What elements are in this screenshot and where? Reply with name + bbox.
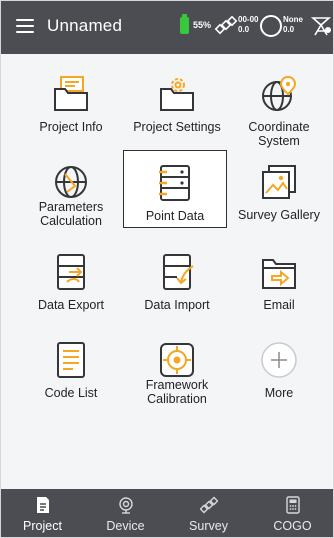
satellite-count: 00-00 [238, 15, 259, 24]
data-import-label: Data Import [144, 298, 210, 312]
point-data-icon [159, 165, 190, 201]
nav-device[interactable]: Device [84, 489, 167, 537]
framework-calibration-label: Framework Calibration [145, 378, 209, 406]
battery-icon [180, 14, 189, 34]
cogo-icon [285, 496, 300, 514]
nav-project[interactable]: Project [1, 489, 84, 537]
survey-icon [199, 496, 218, 514]
project-icon [36, 497, 49, 513]
nav-project-label: Project [23, 519, 62, 533]
email-label: Email [263, 298, 295, 312]
hamburger-menu-icon[interactable] [16, 18, 34, 34]
gallery-icon [262, 165, 296, 199]
nav-survey[interactable]: Survey [167, 489, 250, 537]
coordinate-system-label: Coordinate System [248, 120, 310, 148]
parameters-calculation-label: Parameters Calculation [38, 200, 104, 228]
satellite-readout: 00-00 0.0 [238, 15, 258, 35]
data-export-icon [57, 254, 85, 290]
globe-calc-icon [55, 166, 87, 198]
solution-age: 0.0 [283, 25, 295, 34]
point-data-tile[interactable]: Point Data [123, 150, 227, 228]
project-info-tile[interactable]: Project Info [19, 62, 123, 140]
framework-calibration-icon [160, 343, 194, 377]
nav-cogo-label: COGO [273, 519, 312, 533]
nav-cogo[interactable]: COGO [251, 489, 333, 537]
survey-gallery-label: Survey Gallery [238, 208, 320, 222]
satellite-icon[interactable] [214, 13, 238, 37]
nav-device-label: Device [106, 519, 145, 533]
survey-gallery-tile[interactable]: Survey Gallery [227, 150, 331, 228]
data-import-tile[interactable]: Data Import [125, 240, 229, 318]
data-export-tile[interactable]: Data Export [19, 240, 123, 318]
plus-icon [261, 342, 297, 378]
code-list-label: Code List [44, 386, 98, 400]
data-export-label: Data Export [37, 298, 104, 312]
data-import-icon [163, 254, 194, 290]
globe-pin-icon [262, 75, 297, 111]
battery-percentage: 55% [193, 20, 212, 30]
email-tile[interactable]: Email [227, 240, 331, 318]
more-tile[interactable]: More [227, 328, 331, 406]
solution-type: None [283, 15, 303, 24]
coordinate-system-tile[interactable]: Coordinate System [227, 62, 331, 148]
radio-tower-icon[interactable] [310, 13, 332, 37]
email-folder-icon [262, 259, 296, 289]
nav-survey-label: Survey [189, 519, 228, 533]
solution-readout: None 0.0 [283, 15, 303, 35]
satellite-precision: 0.0 [238, 25, 250, 34]
more-label: More [264, 386, 294, 400]
code-list-tile[interactable]: Code List [19, 328, 123, 406]
project-settings-tile[interactable]: Project Settings [125, 62, 229, 140]
solution-status-icon[interactable] [260, 15, 282, 37]
device-icon [118, 497, 133, 514]
top-bar: Unnamed 55% 00-00 0.0 None 0.0 [1, 1, 333, 54]
project-title: Unnamed [47, 16, 123, 35]
code-list-icon [57, 342, 85, 378]
folder-settings-icon [160, 78, 194, 111]
parameters-calculation-tile[interactable]: Parameters Calculation [19, 150, 123, 228]
folder-info-icon [54, 76, 88, 111]
project-settings-label: Project Settings [133, 120, 221, 134]
app-frame: Unnamed 55% 00-00 0.0 None 0.0 Project I… [0, 0, 334, 538]
framework-calibration-tile[interactable]: Framework Calibration [125, 328, 229, 406]
point-data-label: Point Data [145, 209, 205, 223]
bottom-navigation: Project Device Survey COGO [1, 489, 333, 537]
project-info-label: Project Info [39, 120, 103, 134]
